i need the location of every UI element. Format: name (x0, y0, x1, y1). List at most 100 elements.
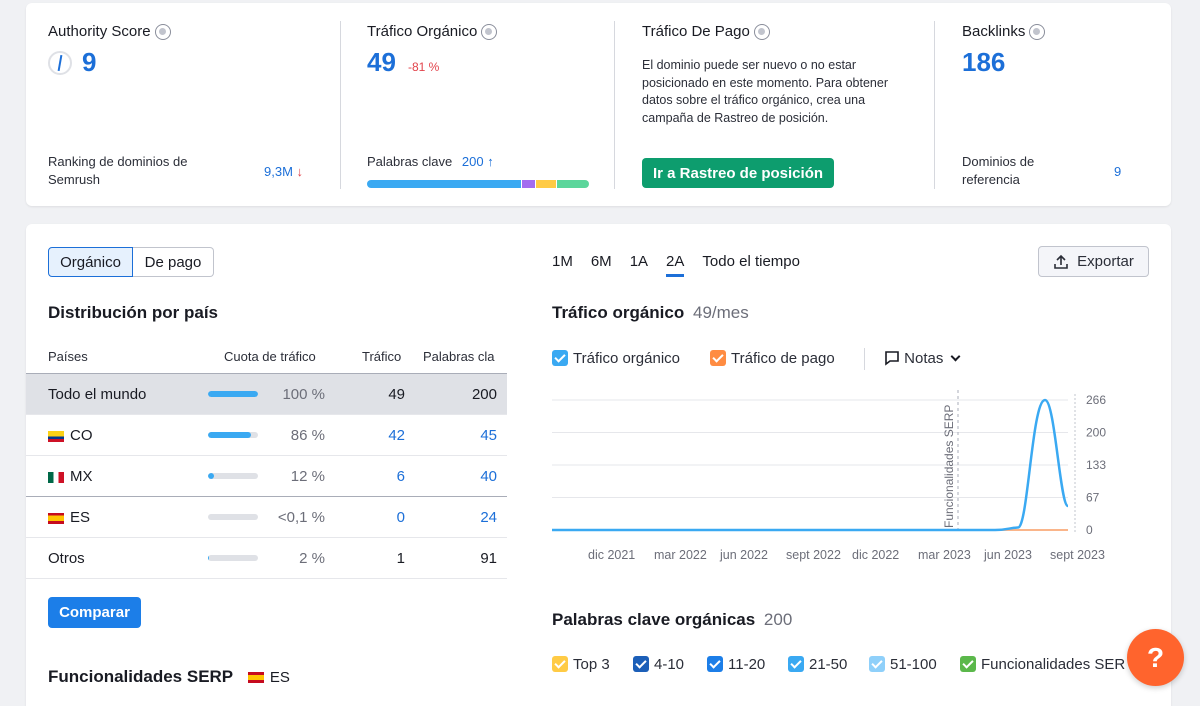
kw-legend-21-50[interactable]: 21-50 (788, 656, 847, 673)
chevron-down-icon (950, 351, 960, 362)
x-tick-label: sept 2022 (786, 548, 841, 562)
question-icon[interactable]: ? (1147, 642, 1164, 674)
metrics-card: Authority Score 9 Ranking de dominios de… (26, 3, 1171, 206)
keywords-label: Palabras clave 200 ↑ (367, 154, 494, 169)
kw-legend-top3[interactable]: Top 3 (552, 656, 610, 673)
period-1m[interactable]: 1M (552, 253, 573, 277)
position-tracking-button[interactable]: Ir a Rastreo de posición (642, 158, 834, 188)
info-icon[interactable] (481, 23, 498, 40)
period-6m[interactable]: 6M (591, 253, 612, 277)
y-tick-label: 133 (1086, 458, 1106, 472)
x-tick-label: jun 2022 (719, 548, 768, 562)
upload-icon (1054, 254, 1068, 269)
period-all-time[interactable]: Todo el tiempo (702, 253, 800, 277)
checkbox-icon[interactable] (869, 656, 885, 672)
header-traffic[interactable]: Tráfico (362, 349, 401, 364)
traffic-value: 49 (388, 386, 405, 403)
share-value: <0,1 % (277, 509, 325, 526)
divider (614, 21, 615, 189)
share-value: 86 % (290, 427, 325, 444)
ref-domains-value[interactable]: 9 (1114, 163, 1121, 181)
annotation-label: Funcionalidades SERP (942, 405, 956, 528)
distribution-title: Distribución por país (48, 303, 219, 322)
table-row[interactable]: Otros 2 % 1 91 (26, 538, 507, 579)
organic-value[interactable]: 49 (367, 47, 396, 78)
keywords-value[interactable]: 200 (462, 154, 484, 169)
x-tick-label: mar 2023 (918, 548, 971, 562)
rank-value[interactable]: 9,3M ↓ (264, 163, 303, 181)
organic-title: Tráfico Orgánico (367, 23, 498, 40)
backlinks-value[interactable]: 186 (962, 47, 1005, 78)
authority-score-value: 9 (82, 47, 97, 77)
y-tick-label: 200 (1086, 426, 1106, 440)
traffic-value[interactable]: 0 (397, 509, 405, 526)
kw-legend-51-100[interactable]: 51-100 (869, 656, 937, 673)
legend-organic[interactable]: Tráfico orgánico (552, 350, 680, 367)
checkbox-icon[interactable] (552, 656, 568, 672)
country-name: CO (48, 427, 93, 444)
share-bar-fill (208, 391, 258, 397)
x-tick-label: dic 2022 (852, 548, 899, 562)
info-icon[interactable] (753, 23, 770, 40)
kw-legend-11-20[interactable]: 11-20 (707, 656, 765, 673)
organic-change: -81 % (408, 60, 440, 74)
period-1a[interactable]: 1A (630, 253, 648, 277)
traffic-value[interactable]: 42 (388, 427, 405, 444)
share-bar (208, 391, 258, 397)
backlinks-title: Backlinks (962, 23, 1046, 40)
table-row[interactable]: CO 86 % 42 45 (26, 415, 507, 456)
comment-icon (885, 351, 899, 366)
country-name: Todo el mundo (48, 386, 147, 403)
traffic-value[interactable]: 6 (397, 468, 405, 485)
kw-legend-4-10[interactable]: 4-10 (633, 656, 684, 673)
keywords-chart-title: Palabras clave orgánicas 200 (552, 610, 793, 629)
table-row[interactable]: Todo el mundo 100 % 49 200 (26, 374, 507, 415)
kw-legend-serp[interactable]: Funcionalidades SER (960, 656, 1130, 673)
organic-traffic-chart[interactable]: 266 200 133 67 0 dic 2021 mar 2022 jun 2022 sept… (540, 382, 1140, 572)
tab-organic[interactable]: Orgánico (48, 247, 133, 277)
share-bar (208, 432, 258, 438)
checkbox-icon[interactable] (788, 656, 804, 672)
share-bar-fill (208, 555, 209, 561)
legend-divider (864, 348, 865, 370)
table-row[interactable]: ES <0,1 % 0 24 (26, 497, 507, 538)
help-button[interactable]: ? (1127, 629, 1184, 686)
tab-paid[interactable]: De pago (133, 247, 214, 277)
info-icon[interactable] (154, 23, 171, 40)
checkbox-icon[interactable] (710, 350, 726, 366)
share-bar (208, 514, 258, 520)
info-icon[interactable] (1029, 23, 1046, 40)
header-keywords[interactable]: Palabras cla (423, 349, 499, 364)
paid-title: Tráfico De Pago (642, 23, 770, 40)
checkbox-icon[interactable] (707, 656, 723, 672)
checkbox-icon[interactable] (960, 656, 976, 672)
keywords-value[interactable]: 24 (480, 509, 497, 526)
rank-label: Ranking de dominios de Semrush (48, 154, 188, 187)
header-country: Países (48, 349, 88, 364)
traffic-value: 1 (396, 550, 405, 567)
table-row[interactable]: MX 12 % 6 40 (26, 456, 507, 497)
authority-gauge-icon (48, 51, 72, 75)
keywords-value[interactable]: 45 (480, 427, 497, 444)
traffic-chart-title: Tráfico orgánico 49/mes (552, 303, 749, 322)
export-button[interactable]: Exportar (1038, 246, 1149, 277)
legend-paid[interactable]: Tráfico de pago (710, 350, 835, 367)
period-2a[interactable]: 2A (666, 253, 685, 277)
spain-flag-icon (48, 512, 64, 524)
spain-flag-icon (247, 672, 264, 684)
mexico-flag-icon (48, 471, 64, 483)
share-value: 12 % (290, 468, 325, 485)
notes-dropdown[interactable]: Notas (884, 350, 960, 367)
colombia-flag-icon (48, 430, 64, 442)
x-tick-label: jun 2023 (983, 548, 1032, 562)
compare-button[interactable]: Comparar (48, 597, 141, 628)
serp-features-title: Funcionalidades SERP ES (48, 667, 290, 686)
keywords-value[interactable]: 40 (480, 468, 497, 485)
ref-domains-label: Dominios de referencia (962, 154, 1035, 187)
share-bar-fill (208, 432, 251, 438)
arrow-down-icon: ↓ (296, 164, 304, 179)
header-share[interactable]: Cuota de tráfico (224, 349, 316, 364)
x-tick-label: dic 2021 (588, 548, 635, 562)
checkbox-icon[interactable] (552, 350, 568, 366)
checkbox-icon[interactable] (633, 656, 649, 672)
